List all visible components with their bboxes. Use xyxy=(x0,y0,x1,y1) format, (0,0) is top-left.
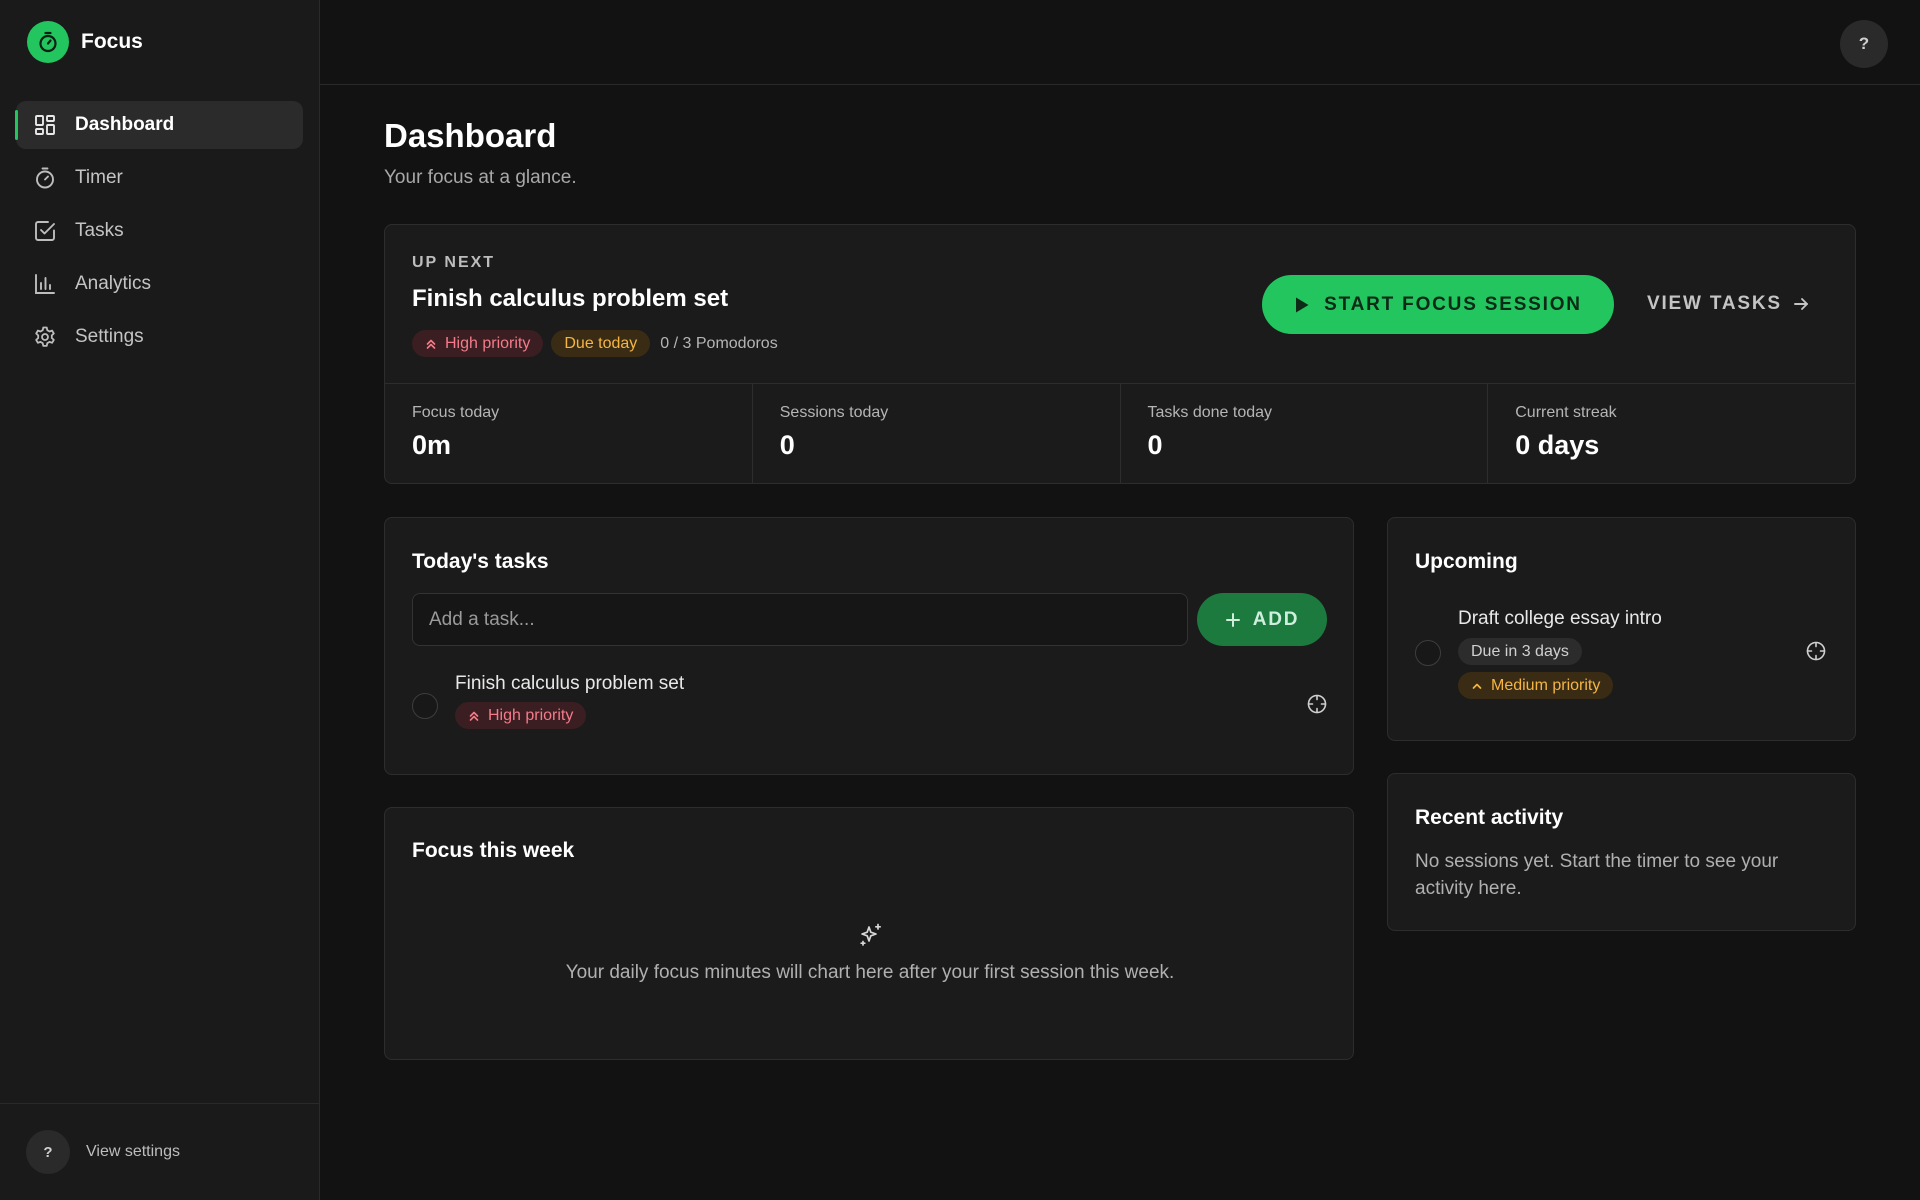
stat-label: Focus today xyxy=(412,404,500,421)
task-row: Finish calculus problem set High priorit… xyxy=(412,673,1328,733)
priority-badge-label: High priority xyxy=(488,706,574,724)
view-tasks-link[interactable]: VIEW TASKS xyxy=(1647,289,1810,319)
help-button[interactable]: ? xyxy=(1840,20,1888,68)
start-focus-session-button[interactable]: START FOCUS SESSION xyxy=(1262,275,1614,334)
start-focus-session-label: START FOCUS SESSION xyxy=(1324,293,1582,315)
crosshair-icon[interactable] xyxy=(1805,640,1827,662)
empty-state-text: Your daily focus minutes will chart here… xyxy=(565,962,1175,983)
stat-label: Sessions today xyxy=(779,404,889,421)
stat-sessions-today: Sessions today 0 xyxy=(753,384,1121,483)
pomodoro-count: 0 / 3 Pomodoros xyxy=(660,334,778,352)
page-subtitle: Your focus at a glance. xyxy=(384,167,577,188)
add-task-label: ADD xyxy=(1252,608,1300,630)
upcoming-card: Upcoming Draft college essay intro Due i… xyxy=(1387,517,1856,741)
focus-week-card: Focus this week Your daily focus minutes… xyxy=(384,807,1354,1060)
arrow-right-icon xyxy=(1792,295,1810,313)
sidebar-item-label: Timer xyxy=(75,167,123,188)
sidebar-item-label: Dashboard xyxy=(75,114,175,135)
task-complete-checkbox[interactable] xyxy=(1415,640,1441,666)
priority-badge-label: High priority xyxy=(445,334,531,352)
stat-focus-today: Focus today 0m xyxy=(385,384,753,483)
priority-badge: Medium priority xyxy=(1458,672,1614,699)
up-next-title: Finish calculus problem set xyxy=(412,285,729,312)
sidebar-item-settings[interactable]: Settings xyxy=(16,313,303,361)
dashboard-icon xyxy=(32,112,58,138)
chevron-up-icon xyxy=(1471,680,1483,692)
crosshair-icon[interactable] xyxy=(1306,693,1328,715)
view-tasks-label: VIEW TASKS xyxy=(1647,293,1782,314)
sidebar-item-label: Analytics xyxy=(75,273,152,294)
sidebar-item-analytics[interactable]: Analytics xyxy=(16,260,303,308)
page-title: Dashboard xyxy=(384,117,557,154)
analytics-icon xyxy=(32,271,58,297)
timer-icon xyxy=(32,165,58,191)
add-task-button[interactable]: ADD xyxy=(1197,593,1327,646)
brand-name: Focus xyxy=(81,30,143,53)
sidebar-item-label: Settings xyxy=(75,326,144,347)
card-title: Recent activity xyxy=(1415,806,1564,829)
double-chevron-up-icon xyxy=(425,338,437,350)
double-chevron-up-icon xyxy=(468,710,480,722)
sidebar-footer: ? View settings xyxy=(0,1103,319,1200)
topbar: ? xyxy=(320,0,1920,85)
up-next-eyebrow: UP NEXT xyxy=(412,254,496,271)
sidebar-nav: Dashboard Timer Tasks Analytics Settings xyxy=(15,101,303,366)
due-badge: Due in 3 days xyxy=(1458,638,1582,665)
up-next-badges: High priority Due today 0 / 3 Pomodoros xyxy=(412,330,778,357)
sidebar-item-timer[interactable]: Timer xyxy=(16,154,303,202)
card-title: Upcoming xyxy=(1415,550,1518,573)
view-settings-link[interactable]: View settings xyxy=(86,1143,180,1161)
stat-tasks-done-today: Tasks done today 0 xyxy=(1121,384,1489,483)
priority-badge: High priority xyxy=(455,702,587,729)
stat-value: 0 xyxy=(779,430,795,460)
stat-value: 0 xyxy=(1147,430,1163,460)
sidebar-item-tasks[interactable]: Tasks xyxy=(16,207,303,255)
task-complete-checkbox[interactable] xyxy=(412,693,438,719)
priority-badge: High priority xyxy=(412,330,544,357)
stat-label: Current streak xyxy=(1515,404,1617,421)
stat-value: 0 days xyxy=(1515,430,1600,460)
stats-row: Focus today 0m Sessions today 0 Tasks do… xyxy=(385,383,1855,483)
brand[interactable]: Focus xyxy=(27,21,143,63)
card-title: Focus this week xyxy=(412,839,575,862)
sidebar: Focus Dashboard Timer Tasks Analytics Se… xyxy=(0,0,320,1200)
stat-current-streak: Current streak 0 days xyxy=(1488,384,1855,483)
plus-icon xyxy=(1225,612,1241,628)
settings-icon xyxy=(32,324,58,350)
help-button[interactable]: ? xyxy=(26,1130,70,1174)
stat-value: 0m xyxy=(412,430,452,460)
app-window: Focus Dashboard Timer Tasks Analytics Se… xyxy=(0,0,1920,1200)
priority-badge-label: Medium priority xyxy=(1491,676,1601,694)
stat-label: Tasks done today xyxy=(1147,404,1273,421)
play-icon xyxy=(1294,296,1310,314)
up-next-card: UP NEXT Finish calculus problem set High… xyxy=(384,224,1856,484)
task-name: Draft college essay intro xyxy=(1458,608,1662,629)
card-title: Today's tasks xyxy=(412,550,549,573)
todays-tasks-card: Today's tasks ADD Finish calculus proble… xyxy=(384,517,1354,775)
tasks-icon xyxy=(32,218,58,244)
sidebar-item-label: Tasks xyxy=(75,220,124,241)
recent-activity-card: Recent activity No sessions yet. Start t… xyxy=(1387,773,1856,931)
due-badge: Due today xyxy=(551,330,651,357)
task-name: Finish calculus problem set xyxy=(455,673,685,694)
upcoming-item: Draft college essay intro Due in 3 days … xyxy=(1415,608,1835,718)
stopwatch-logo-icon xyxy=(27,21,69,63)
empty-state-text: No sessions yet. Start the timer to see … xyxy=(1415,851,1779,899)
sidebar-item-dashboard[interactable]: Dashboard xyxy=(15,101,303,149)
sparkles-icon xyxy=(858,922,884,948)
add-task-input[interactable] xyxy=(412,593,1188,646)
